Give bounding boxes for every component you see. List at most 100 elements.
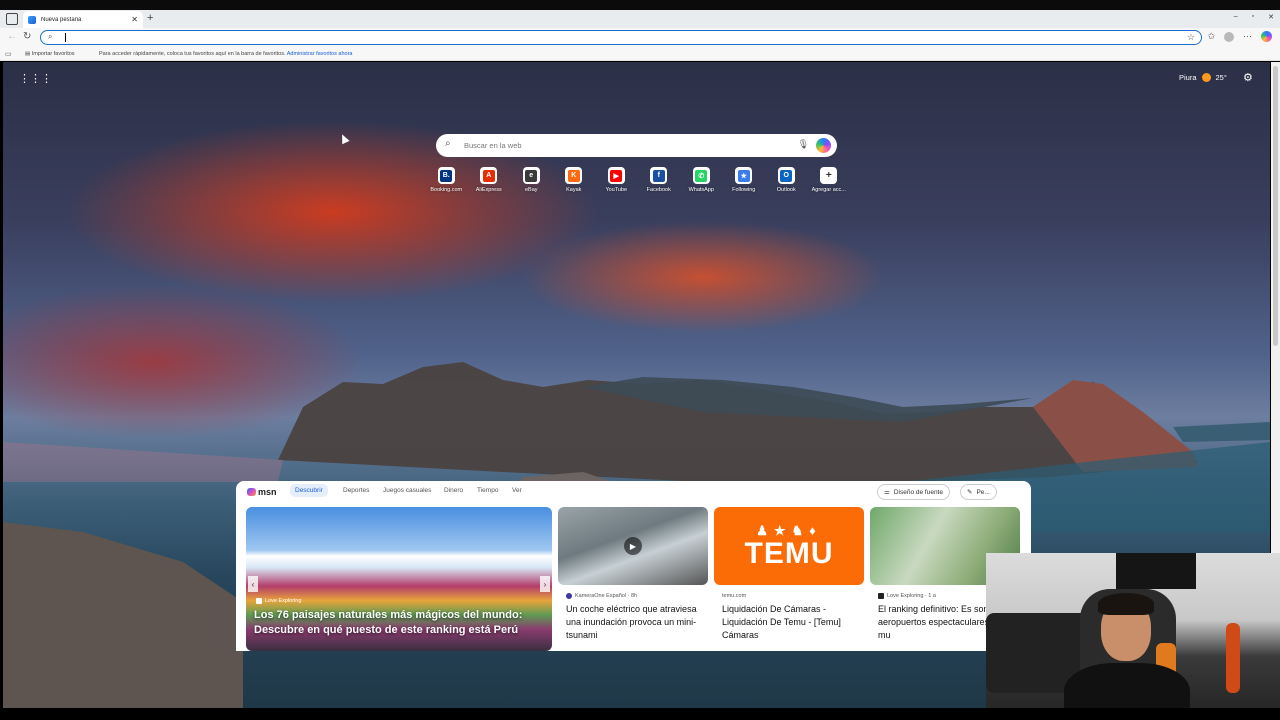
background-guitar — [1226, 623, 1240, 693]
feed-layout-button[interactable]: ⚌ Diseño de fuente — [877, 484, 950, 500]
import-favorites-label: Importar favoritos — [31, 51, 75, 57]
sunny-icon — [1201, 73, 1211, 82]
quick-link-tile: + — [820, 167, 838, 184]
close-tab-icon[interactable]: ✕ — [131, 15, 138, 24]
ebay-icon: e — [525, 169, 538, 182]
quick-link-aliexpress[interactable]: A AliExpress — [468, 167, 511, 193]
quick-link-label: Facebook — [646, 187, 671, 193]
tab-new-tab[interactable]: Nueva pestaña ✕ — [23, 11, 143, 28]
msn-butterfly-icon — [247, 488, 256, 496]
temu-wordmark: TEMU — [744, 537, 834, 570]
feed-tab-dinero[interactable]: Dinero — [444, 487, 463, 494]
screen-bottom-border — [0, 708, 1280, 720]
whatsapp-icon: ✆ — [695, 169, 708, 182]
article-title: Un coche eléctrico que atraviesa una inu… — [566, 604, 697, 640]
webcam-overlay — [986, 553, 1280, 720]
featured-article-card[interactable]: Love Exploring Los 76 paisajes naturales… — [246, 507, 552, 651]
import-favorites-link[interactable]: ▤ Importar favoritos — [25, 51, 75, 57]
copilot-icon[interactable] — [1261, 31, 1272, 42]
msn-feed: msn Descubrir Deportes Juegos casuales D… — [236, 481, 1031, 651]
temu-ad-image: ♟★♞♦ TEMU — [714, 507, 864, 585]
quick-link-tile: f — [650, 167, 668, 184]
settings-gear-icon[interactable]: ⚙ — [1243, 71, 1253, 84]
plus-icon: + — [822, 169, 835, 182]
favorites-hint-text: Para acceder rápidamente, coloca tus fav… — [99, 51, 286, 57]
more-options-icon[interactable]: ⋯ — [1243, 31, 1252, 42]
address-bar[interactable]: ⌕ ☆ — [40, 30, 1202, 45]
facebook-icon: f — [652, 169, 665, 182]
article-source-name: Love Exploring · 1 a — [887, 593, 936, 599]
quick-link-ebay[interactable]: e eBay — [510, 167, 553, 193]
screen-top-border — [0, 0, 1280, 10]
quick-link-tile: ✆ — [692, 167, 710, 184]
weather-temp: 25° — [1215, 73, 1227, 82]
feed-tab-juegos[interactable]: Juegos casuales — [383, 487, 431, 494]
personalize-button[interactable]: ✎ Pe... — [960, 484, 997, 500]
msn-brand-text: msn — [258, 487, 277, 497]
following-icon: ★ — [737, 169, 750, 182]
quick-link-tile: ▶ — [607, 167, 625, 184]
article-source: KameraOne Español · 8h — [566, 593, 637, 599]
quick-link-tile: e — [522, 167, 540, 184]
web-search-box[interactable]: ⌕ Buscar en la web 🎙︎ — [436, 134, 837, 157]
back-icon[interactable]: ← — [7, 31, 17, 42]
toolbar-right: ✩ ⋯ — [1207, 31, 1272, 42]
quick-link-facebook[interactable]: f Facebook — [638, 167, 681, 193]
source-logo-icon — [566, 593, 572, 599]
background-monitor — [1116, 553, 1196, 589]
manage-favorites-link[interactable]: Administrar favoritos ahora — [287, 51, 353, 57]
profile-avatar[interactable] — [1224, 31, 1234, 42]
ad-title: Liquidación De Cámaras - Liquidación De … — [722, 604, 841, 640]
refresh-icon[interactable]: ↻ — [23, 31, 31, 42]
search-icon: ⌕ — [48, 32, 53, 41]
close-window-button[interactable]: ✕ — [1268, 13, 1274, 21]
aliexpress-icon: A — [482, 169, 495, 182]
favorite-star-icon[interactable]: ☆ — [1187, 32, 1195, 43]
person-hair — [1098, 593, 1154, 615]
quick-link-label: Booking.com — [430, 187, 463, 193]
quick-link-youtube[interactable]: ▶ YouTube — [595, 167, 638, 193]
quick-link-following[interactable]: ★ Following — [723, 167, 766, 193]
article-source: Love Exploring — [256, 598, 301, 604]
feed-tab-descubrir[interactable]: Descubrir — [290, 484, 328, 497]
article-source-name: KameraOne Español · 8h — [575, 593, 638, 599]
article-card[interactable]: ▶ KameraOne Español · 8h Un coche eléctr… — [558, 507, 708, 651]
favorites-folder-icon: ▭ — [5, 51, 12, 58]
quick-link-booking-com[interactable]: B. Booking.com — [425, 167, 468, 193]
play-video-icon[interactable]: ▶ — [624, 537, 642, 555]
edit-icon: ✎ — [967, 489, 973, 496]
feed-tab-ver[interactable]: Ver — [512, 487, 522, 494]
youtube-icon: ▶ — [610, 169, 623, 182]
msn-logo[interactable]: msn — [247, 487, 277, 497]
feed-tab-tiempo[interactable]: Tiempo — [477, 487, 498, 494]
quick-link-label: Following — [732, 187, 756, 193]
carousel-next-button[interactable]: › — [540, 576, 550, 592]
source-logo-icon — [878, 593, 884, 599]
tab-actions-icon[interactable] — [6, 13, 18, 25]
carousel-prev-button[interactable]: ‹ — [248, 576, 258, 592]
feed-tab-deportes[interactable]: Deportes — [343, 487, 369, 494]
quick-link-label: Agregar acc... — [811, 187, 846, 193]
quick-link-whatsapp[interactable]: ✆ WhatsApp — [680, 167, 723, 193]
quick-link-agregar-acc[interactable]: + Agregar acc... — [808, 167, 851, 193]
favorites-hint: Para acceder rápidamente, coloca tus fav… — [99, 51, 352, 57]
quick-link-tile: ★ — [735, 167, 753, 184]
quick-link-outlook[interactable]: O Outlook — [765, 167, 808, 193]
apps-grid-icon[interactable]: ⋮⋮⋮ — [19, 72, 52, 85]
search-placeholder: Buscar en la web — [464, 141, 522, 150]
quick-links: B. Booking.com A AliExpress e eBay K Kayak ▶ YouT… — [425, 167, 850, 193]
maximize-button[interactable]: ▫ — [1252, 13, 1254, 21]
quick-link-kayak[interactable]: K Kayak — [553, 167, 596, 193]
ad-card[interactable]: ♟★♞♦ TEMU temu.com Liquidación De Cámara… — [714, 507, 864, 651]
minimize-button[interactable]: – — [1234, 13, 1238, 21]
personalize-label: Pe... — [976, 488, 990, 496]
quick-link-label: WhatsApp — [688, 187, 714, 193]
new-tab-button[interactable]: + — [147, 12, 153, 24]
quick-link-label: Outlook — [776, 187, 796, 193]
microphone-icon[interactable]: 🎙︎ — [798, 139, 809, 150]
tab-title: Nueva pestaña — [41, 16, 82, 23]
scrollbar-thumb[interactable] — [1273, 66, 1278, 346]
weather-widget[interactable]: Piura 25° — [1179, 73, 1227, 82]
favorites-icon[interactable]: ✩ — [1207, 31, 1215, 42]
copilot-search-icon[interactable] — [816, 138, 831, 153]
